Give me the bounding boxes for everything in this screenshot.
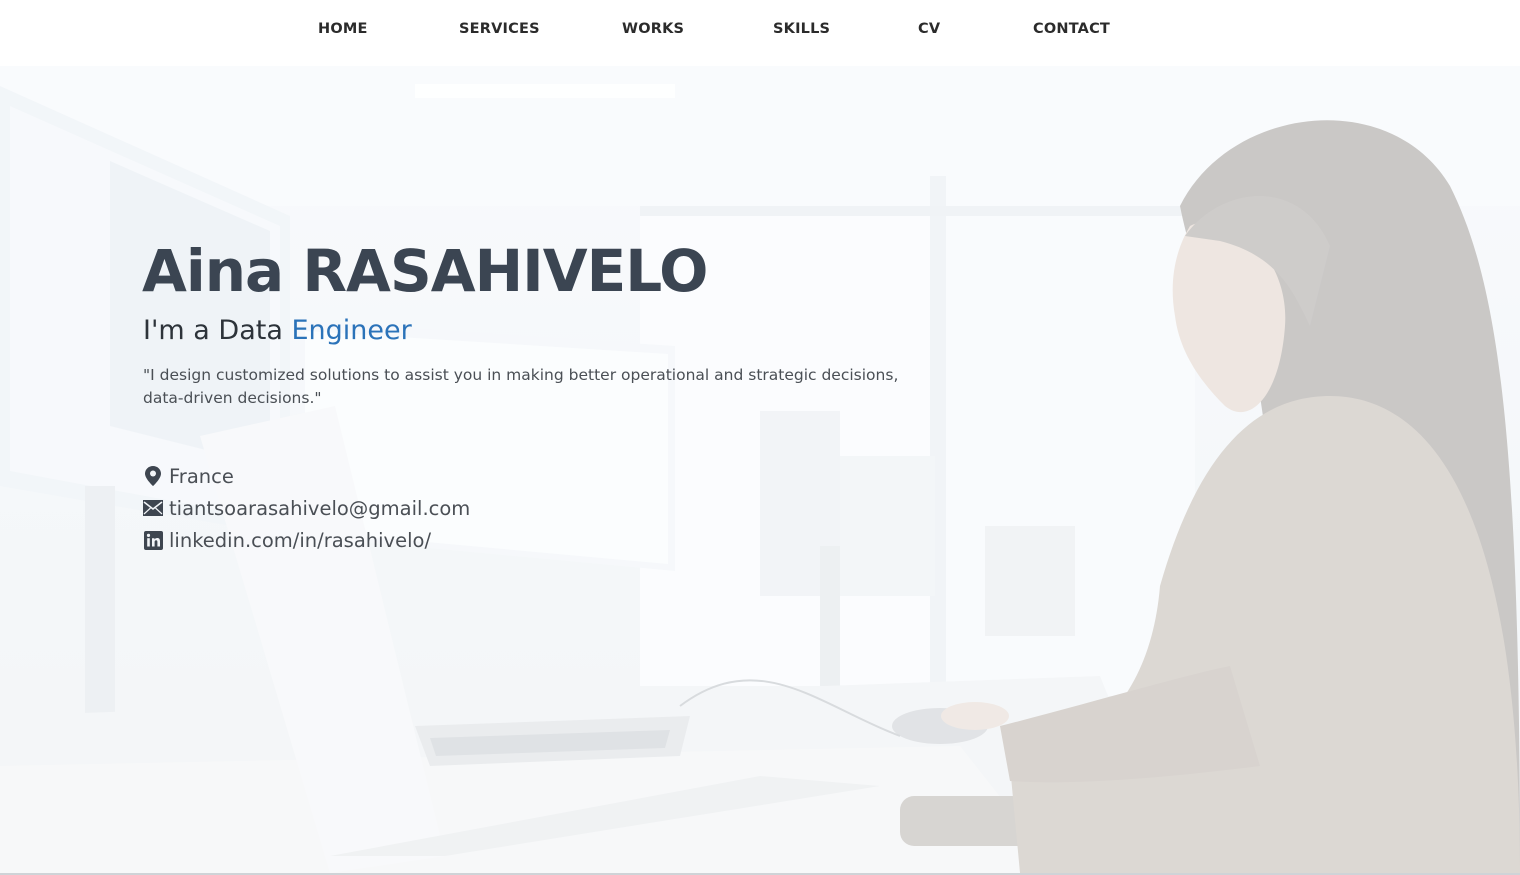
contact-info-list: France tiantsoarasahivelo@gmail.com link…: [143, 460, 470, 556]
contact-linkedin-text[interactable]: linkedin.com/in/rasahivelo/: [169, 529, 431, 552]
contact-location: France: [143, 460, 470, 492]
contact-linkedin[interactable]: linkedin.com/in/rasahivelo/: [143, 524, 470, 556]
linkedin-icon: [143, 530, 163, 550]
map-pin-icon: [143, 466, 163, 486]
hero-name-heading: Aina RASAHIVELO: [142, 237, 708, 305]
contact-email-text[interactable]: tiantsoarasahivelo@gmail.com: [169, 497, 470, 520]
hero-subtitle: I'm a Data Engineer: [143, 315, 412, 347]
nav-home-link[interactable]: HOME: [318, 21, 368, 37]
nav-contact-link[interactable]: CONTACT: [1033, 21, 1110, 37]
nav-services-link[interactable]: SERVICES: [459, 21, 540, 37]
nav-cv-link[interactable]: CV: [918, 21, 940, 37]
nav-works-link[interactable]: WORKS: [622, 21, 684, 37]
top-navbar: HOME SERVICES WORKS SKILLS CV CONTACT: [0, 0, 1520, 66]
hero-quote: "I design customized solutions to assist…: [143, 364, 943, 410]
contact-location-text: France: [169, 464, 234, 488]
subtitle-prefix: I'm a Data: [143, 315, 292, 346]
envelope-icon: [143, 498, 163, 518]
nav-skills-link[interactable]: SKILLS: [773, 21, 830, 37]
quote-line-1: "I design customized solutions to assist…: [143, 366, 899, 384]
quote-line-2: data-driven decisions.": [143, 389, 322, 407]
subtitle-accent-word: Engineer: [291, 315, 412, 346]
contact-email[interactable]: tiantsoarasahivelo@gmail.com: [143, 492, 470, 524]
